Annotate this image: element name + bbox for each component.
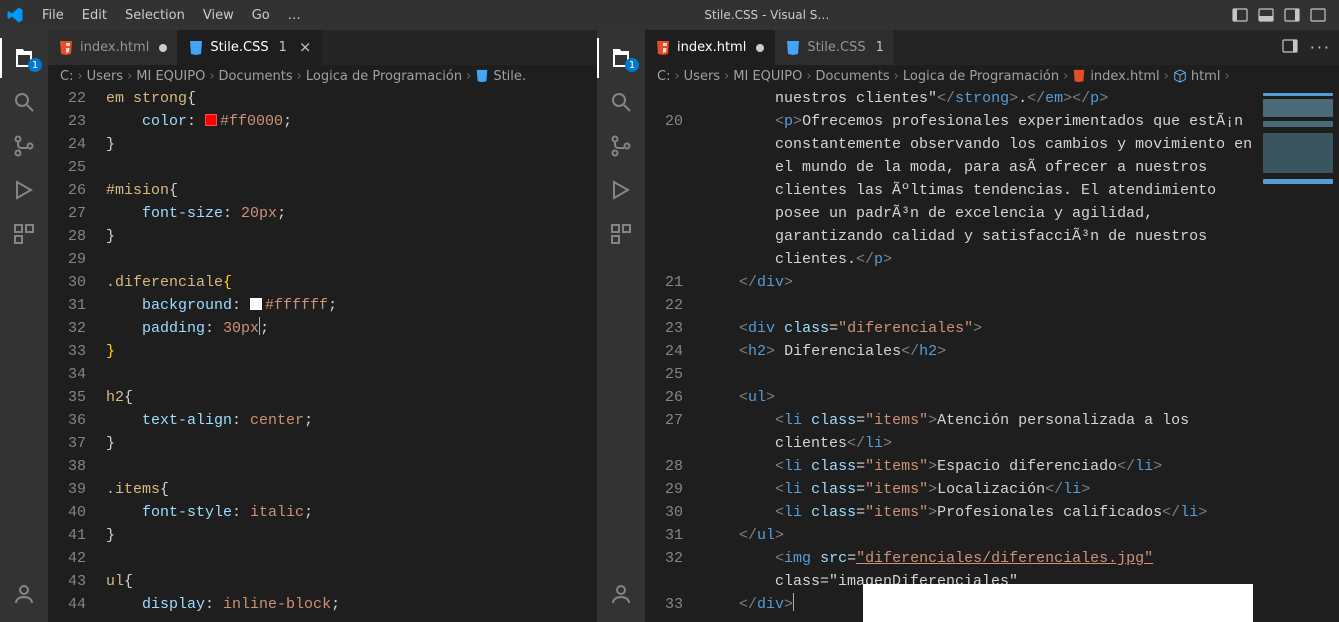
tab-label: index.html bbox=[677, 40, 746, 55]
menu-selection[interactable]: Selection bbox=[117, 4, 193, 27]
chevron-right-icon: › bbox=[806, 69, 811, 84]
dirty-indicator-icon bbox=[159, 44, 167, 52]
crumb[interactable]: C: bbox=[657, 69, 670, 84]
activity-search[interactable] bbox=[0, 82, 48, 122]
chevron-right-icon: › bbox=[1224, 69, 1229, 84]
layout-sidebar-right-icon[interactable] bbox=[1283, 6, 1301, 24]
css-file-icon bbox=[785, 40, 801, 56]
chevron-right-icon: › bbox=[1063, 69, 1068, 84]
right-tabs: index.html Stile.CSS 1 ··· bbox=[645, 30, 1339, 65]
tab-modified-count: 1 bbox=[279, 40, 287, 55]
activity-explorer[interactable]: 1 bbox=[597, 38, 645, 78]
activity-search[interactable] bbox=[597, 82, 645, 122]
menu-edit[interactable]: Edit bbox=[74, 4, 115, 27]
chevron-right-icon: › bbox=[1164, 69, 1169, 84]
tab-label: Stile.CSS bbox=[807, 40, 865, 55]
layout-sidebar-left-icon[interactable] bbox=[1231, 6, 1249, 24]
crumb[interactable]: Logica de Programación bbox=[903, 69, 1059, 84]
vscode-logo-icon bbox=[6, 6, 24, 24]
activity-source-control[interactable] bbox=[0, 126, 48, 166]
explorer-badge: 1 bbox=[28, 58, 42, 72]
chevron-right-icon: › bbox=[297, 69, 302, 84]
tab-modified-count: 1 bbox=[876, 40, 884, 55]
chevron-right-icon: › bbox=[894, 69, 899, 84]
layout-customize-icon[interactable] bbox=[1309, 6, 1327, 24]
html-file-icon bbox=[58, 40, 74, 56]
chevron-right-icon: › bbox=[724, 69, 729, 84]
left-gutter: 2223242526272829303132333435363738394041… bbox=[48, 87, 104, 622]
activity-explorer[interactable]: 1 bbox=[0, 38, 48, 78]
tab-index-html-left[interactable]: index.html bbox=[48, 30, 178, 65]
chevron-right-icon: › bbox=[674, 69, 679, 84]
right-gutter: 20 21222324252627 2829303132 33 bbox=[645, 87, 701, 622]
html-file-icon bbox=[655, 40, 671, 56]
tab-label: index.html bbox=[80, 40, 149, 55]
crumb[interactable]: html bbox=[1173, 69, 1221, 84]
crumb[interactable]: Users bbox=[684, 69, 720, 84]
crumb[interactable]: MI EQUIPO bbox=[733, 69, 802, 84]
activity-bar-right: 1 bbox=[597, 30, 645, 622]
crumb[interactable]: index.html bbox=[1072, 69, 1159, 84]
right-editor: index.html Stile.CSS 1 ··· C:› U bbox=[645, 30, 1339, 622]
menu-view[interactable]: View bbox=[195, 4, 242, 27]
activity-bar-left: 1 bbox=[0, 30, 48, 622]
layout-panel-icon[interactable] bbox=[1257, 6, 1275, 24]
chevron-right-icon: › bbox=[77, 69, 82, 84]
crumb[interactable]: Users bbox=[87, 69, 123, 84]
crumb[interactable]: Documents bbox=[816, 69, 890, 84]
html-file-icon bbox=[1072, 69, 1086, 83]
tab-index-html-right[interactable]: index.html bbox=[645, 30, 775, 65]
crumb[interactable]: MI EQUIPO bbox=[136, 69, 205, 84]
chevron-right-icon: › bbox=[127, 69, 132, 84]
right-breadcrumbs[interactable]: C: › Users › MI EQUIPO › Documents › Logica … bbox=[645, 65, 1339, 87]
panel-toggle-icon[interactable] bbox=[1282, 38, 1298, 58]
menu-overflow[interactable]: … bbox=[280, 4, 309, 27]
close-icon[interactable]: × bbox=[299, 40, 312, 55]
activity-accounts[interactable] bbox=[0, 574, 48, 614]
menu-go[interactable]: Go bbox=[244, 4, 278, 27]
css-file-icon bbox=[188, 40, 204, 56]
chevron-right-icon: › bbox=[209, 69, 214, 84]
dirty-indicator-icon bbox=[756, 44, 764, 52]
workspace: 1 bbox=[0, 30, 1339, 622]
tab-stile-css-left[interactable]: Stile.CSS 1 × bbox=[178, 30, 322, 65]
menubar: File Edit Selection View Go … Stile.CSS … bbox=[0, 0, 1339, 30]
left-editor: index.html Stile.CSS 1 × C: › Users › MI E… bbox=[48, 30, 597, 622]
crumb[interactable]: C: bbox=[60, 69, 73, 84]
tab-label: Stile.CSS bbox=[210, 40, 268, 55]
left-tabs: index.html Stile.CSS 1 × bbox=[48, 30, 597, 65]
explorer-badge: 1 bbox=[625, 58, 639, 72]
activity-run-debug[interactable] bbox=[0, 170, 48, 210]
editor-group-left: 1 bbox=[0, 30, 597, 622]
right-code[interactable]: nuestros clientes"</strong>.</em></p> <p… bbox=[701, 87, 1339, 622]
title-layout-icons bbox=[1225, 6, 1333, 24]
right-window-icons: ··· bbox=[1274, 30, 1339, 65]
right-code-editor[interactable]: 20 21222324252627 2829303132 33 nuestros… bbox=[645, 87, 1339, 622]
activity-source-control[interactable] bbox=[597, 126, 645, 166]
activity-extensions[interactable] bbox=[0, 214, 48, 254]
activity-extensions[interactable] bbox=[597, 214, 645, 254]
tab-stile-css-right[interactable]: Stile.CSS 1 bbox=[775, 30, 895, 65]
left-code-editor[interactable]: 2223242526272829303132333435363738394041… bbox=[48, 87, 597, 622]
left-breadcrumbs[interactable]: C: › Users › MI EQUIPO › Documents › Logica … bbox=[48, 65, 597, 87]
menu-file[interactable]: File bbox=[34, 4, 72, 27]
cube-symbol-icon bbox=[1173, 69, 1187, 83]
editor-group-right: 1 bbox=[597, 30, 1339, 622]
left-code[interactable]: em strong{ color: #ff0000;} #mision{ fon… bbox=[104, 87, 597, 622]
css-file-icon bbox=[475, 69, 489, 83]
preview-panel bbox=[863, 584, 1253, 622]
activity-accounts[interactable] bbox=[597, 574, 645, 614]
activity-run-debug[interactable] bbox=[597, 170, 645, 210]
window-title: Stile.CSS - Visual S… bbox=[311, 8, 1223, 22]
crumb[interactable]: Documents bbox=[219, 69, 293, 84]
crumb[interactable]: Stile. bbox=[475, 69, 526, 84]
crumb[interactable]: Logica de Programación bbox=[306, 69, 462, 84]
chevron-right-icon: › bbox=[466, 69, 471, 84]
more-icon[interactable]: ··· bbox=[1310, 38, 1331, 57]
